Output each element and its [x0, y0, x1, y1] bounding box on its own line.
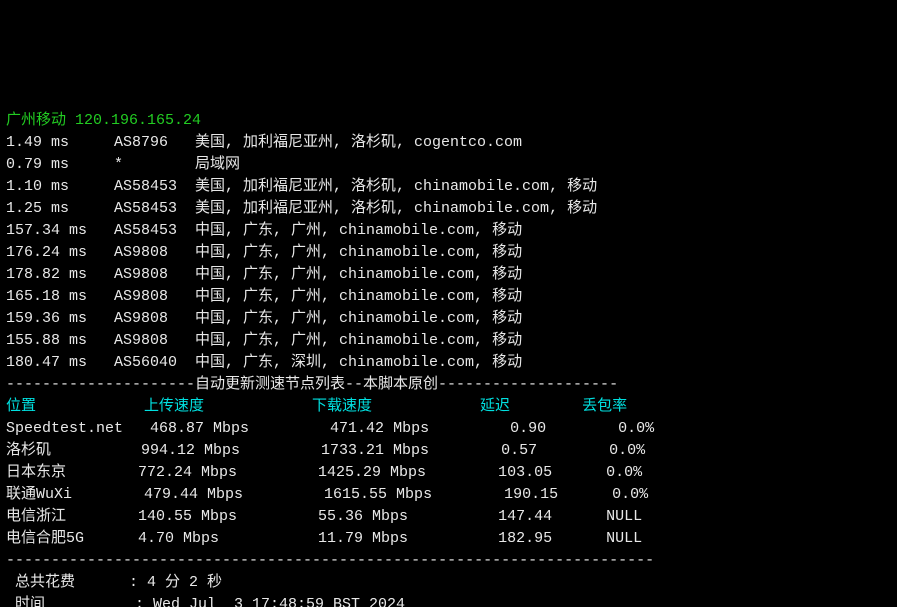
terminal-output: 广州移动 120.196.165.24 1.49 ms AS8796 美国, 加… [0, 110, 897, 607]
